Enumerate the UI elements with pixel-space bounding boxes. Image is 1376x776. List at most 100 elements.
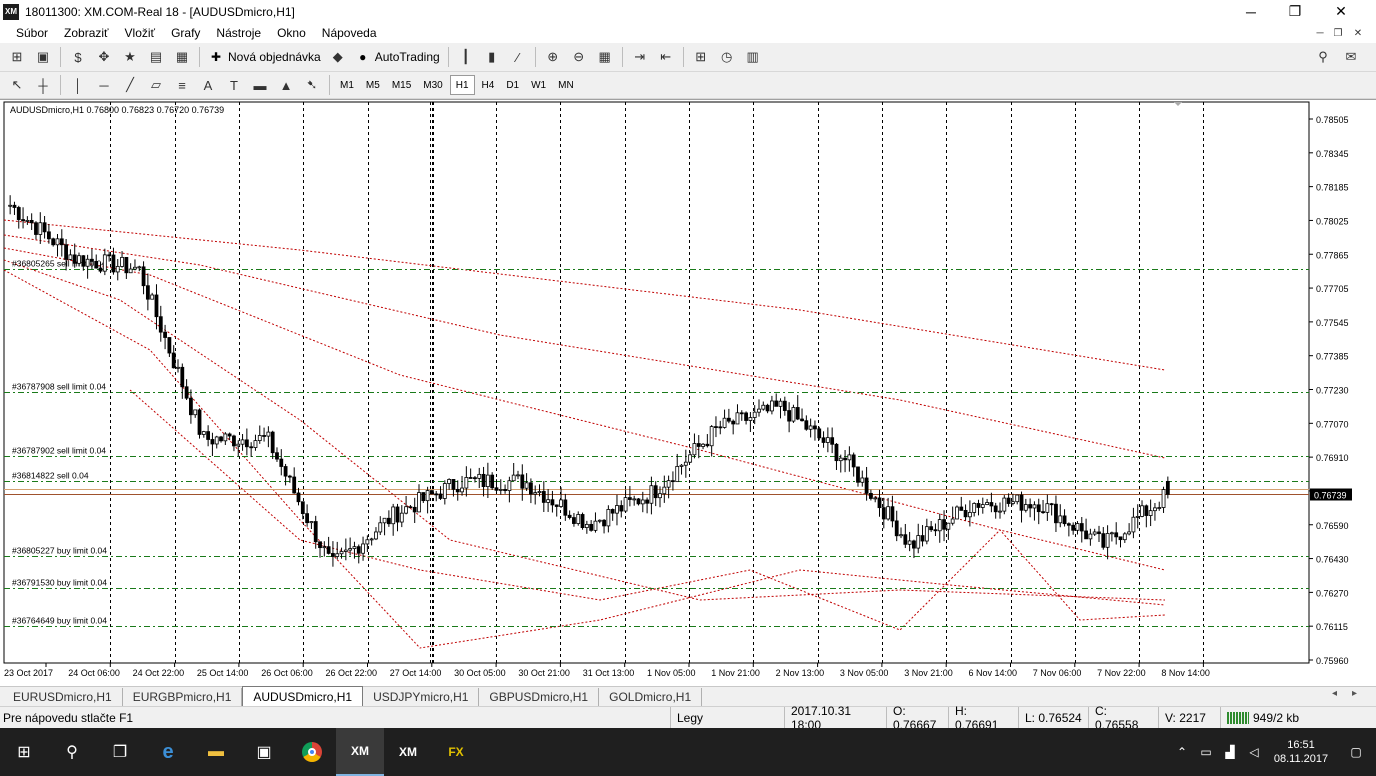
text-label-icon[interactable]: T xyxy=(223,74,245,96)
volume-icon[interactable]: ◁ xyxy=(1242,728,1266,776)
arrows-icon[interactable]: ➷ xyxy=(301,74,323,96)
timeframe-m15[interactable]: M15 xyxy=(387,75,416,95)
trendline-icon[interactable]: ╱ xyxy=(119,74,141,96)
tab-scroll-right-icon[interactable]: ▸ xyxy=(1352,688,1357,699)
price-chart[interactable]: #36805265 sell limit 0.04#36787908 sell … xyxy=(0,100,1376,687)
timeframe-mn[interactable]: MN xyxy=(553,75,579,95)
candle-body xyxy=(722,417,727,428)
horizontal-line-icon[interactable]: ─ xyxy=(93,74,115,96)
fx-app-icon[interactable]: FX xyxy=(432,728,480,776)
cursor-icon[interactable]: ↖ xyxy=(6,74,28,96)
new-order-button[interactable]: ✚ Nová objednávka xyxy=(204,46,325,68)
terminal-icon[interactable]: ▤ xyxy=(145,46,167,68)
timeframe-m30[interactable]: M30 xyxy=(418,75,447,95)
tile-windows-icon[interactable]: ▦ xyxy=(594,46,616,68)
market-watch-icon[interactable]: $ xyxy=(67,46,89,68)
timeframe-h1[interactable]: H1 xyxy=(449,75,475,95)
candle-body xyxy=(447,479,452,484)
vertical-line-icon[interactable]: │ xyxy=(67,74,89,96)
clock[interactable]: 16:51 08.11.2017 xyxy=(1266,738,1336,766)
menu-charts[interactable]: Grafy xyxy=(163,26,208,40)
profiles-icon[interactable]: ▣ xyxy=(32,46,54,68)
tab-gbpusd[interactable]: GBPUSDmicro,H1 xyxy=(479,688,600,706)
xm-app-active-icon[interactable]: XM xyxy=(336,728,384,776)
mdi-close-icon[interactable]: ✕ xyxy=(1350,25,1366,41)
minimize-button[interactable]: ─ xyxy=(1228,0,1274,23)
timeframe-h4[interactable]: H4 xyxy=(477,75,500,95)
periods-icon[interactable]: ◷ xyxy=(716,46,738,68)
tray-chevron-up-icon[interactable]: ⌃ xyxy=(1170,728,1194,776)
candle-body xyxy=(485,474,490,488)
timeframe-m5[interactable]: M5 xyxy=(361,75,385,95)
menu-help[interactable]: Nápoveda xyxy=(314,26,385,40)
timeframe-m1[interactable]: M1 xyxy=(335,75,359,95)
chrome-icon[interactable] xyxy=(288,728,336,776)
rectangle-icon[interactable]: ▬ xyxy=(249,74,271,96)
navigator-icon[interactable]: ★ xyxy=(119,46,141,68)
store-icon[interactable]: ▣ xyxy=(240,728,288,776)
mdi-restore-icon[interactable]: ❐ xyxy=(1330,25,1346,41)
menu-window[interactable]: Okno xyxy=(269,26,314,40)
zoom-in-icon[interactable]: ⊕ xyxy=(542,46,564,68)
timeframe-d1[interactable]: D1 xyxy=(501,75,524,95)
tab-audusd[interactable]: AUDUSDmicro,H1 xyxy=(242,686,364,706)
candle-body xyxy=(890,506,895,522)
text-icon[interactable]: A xyxy=(197,74,219,96)
chart-shift-icon[interactable]: ⇤ xyxy=(655,46,677,68)
templates-icon[interactable]: ▥ xyxy=(742,46,764,68)
candle-body xyxy=(150,294,155,300)
auto-scroll-icon[interactable]: ⇥ xyxy=(629,46,651,68)
menu-insert[interactable]: Vložiť xyxy=(117,26,164,40)
menu-file[interactable]: Súbor xyxy=(8,26,56,40)
tab-gold[interactable]: GOLDmicro,H1 xyxy=(599,688,703,706)
fibonacci-icon[interactable]: ≡ xyxy=(171,74,193,96)
mdi-minimize-icon[interactable]: ─ xyxy=(1312,25,1328,41)
time-tick-label: 3 Nov 21:00 xyxy=(904,668,953,678)
candle-body xyxy=(481,473,486,488)
edge-icon[interactable]: e xyxy=(144,728,192,776)
tab-scroll-left-icon[interactable]: ◂ xyxy=(1332,688,1337,699)
close-button[interactable]: ✕ xyxy=(1318,0,1364,23)
indicators-icon[interactable]: ⊞ xyxy=(690,46,712,68)
search-icon[interactable]: ⚲ xyxy=(48,728,96,776)
windows-start-icon[interactable]: ⊞ xyxy=(0,728,48,776)
candle-body xyxy=(985,502,989,505)
chart-window[interactable]: #36805265 sell limit 0.04 #36787908 sell … xyxy=(0,99,1376,686)
triangle-icon[interactable]: ▲ xyxy=(275,74,297,96)
tab-usdjpy[interactable]: USDJPYmicro,H1 xyxy=(363,688,480,706)
candle-body xyxy=(473,477,477,480)
candle-body xyxy=(1105,533,1110,548)
candle-body xyxy=(503,489,507,492)
equidistant-channel-icon[interactable]: ▱ xyxy=(145,74,167,96)
tab-eurusd[interactable]: EURUSDmicro,H1 xyxy=(3,688,123,706)
price-tick-label: 0.78505 xyxy=(1316,115,1349,125)
zoom-out-icon[interactable]: ⊖ xyxy=(568,46,590,68)
candlestick-icon[interactable]: ▮ xyxy=(481,46,503,68)
xm-app-icon[interactable]: XM xyxy=(384,728,432,776)
metaeditor-icon[interactable]: ◆ xyxy=(327,46,349,68)
menu-view[interactable]: Zobraziť xyxy=(56,26,117,40)
maximize-button[interactable]: ❐ xyxy=(1272,0,1318,23)
new-chart-icon[interactable]: ⊞ xyxy=(6,46,28,68)
autotrading-button[interactable]: ● AutoTrading xyxy=(351,46,444,68)
data-window-icon[interactable]: ✥ xyxy=(93,46,115,68)
bar-chart-icon[interactable]: ┃ xyxy=(455,46,477,68)
strategy-tester-icon[interactable]: ▦ xyxy=(171,46,193,68)
candle-body xyxy=(133,266,137,270)
crosshair-icon[interactable]: ┼ xyxy=(32,74,54,96)
notifications-icon[interactable]: ▢ xyxy=(1336,728,1376,776)
network-icon[interactable]: ▟ xyxy=(1218,728,1242,776)
chat-icon[interactable]: ✉ xyxy=(1340,46,1362,68)
candle-body xyxy=(498,489,503,491)
line-chart-icon[interactable]: ∕ xyxy=(507,46,529,68)
file-explorer-icon[interactable]: ▬ xyxy=(192,728,240,776)
tab-eurgbp[interactable]: EURGBPmicro,H1 xyxy=(123,688,243,706)
search-icon[interactable]: ⚲ xyxy=(1312,46,1334,68)
menu-tools[interactable]: Nástroje xyxy=(208,26,269,40)
task-view-icon[interactable]: ❐ xyxy=(96,728,144,776)
candle-body xyxy=(950,518,955,524)
candle-body xyxy=(770,400,774,412)
battery-icon[interactable]: ▭ xyxy=(1194,728,1218,776)
timeframe-w1[interactable]: W1 xyxy=(526,75,551,95)
candle-body xyxy=(51,238,56,246)
